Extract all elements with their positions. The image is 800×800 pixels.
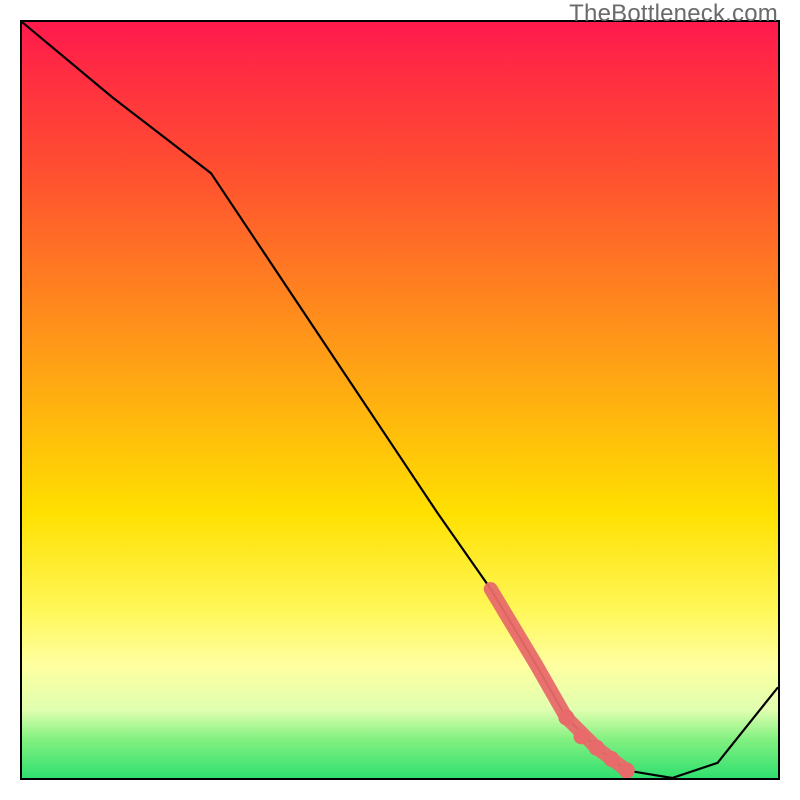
highlight-dot <box>589 740 605 756</box>
curve-path <box>22 22 778 778</box>
chart-svg <box>22 22 778 778</box>
plot-area <box>20 20 780 780</box>
highlight-dots <box>558 710 634 778</box>
curve-line <box>22 22 778 778</box>
highlight-dot <box>573 728 589 744</box>
highlight-dot <box>619 762 635 778</box>
watermark-text: TheBottleneck.com <box>569 0 778 28</box>
chart-container: TheBottleneck.com <box>0 0 800 800</box>
highlight-dot <box>558 710 574 726</box>
highlight-segment <box>491 589 627 770</box>
highlight-dot <box>604 751 620 767</box>
highlight-path <box>491 589 627 770</box>
